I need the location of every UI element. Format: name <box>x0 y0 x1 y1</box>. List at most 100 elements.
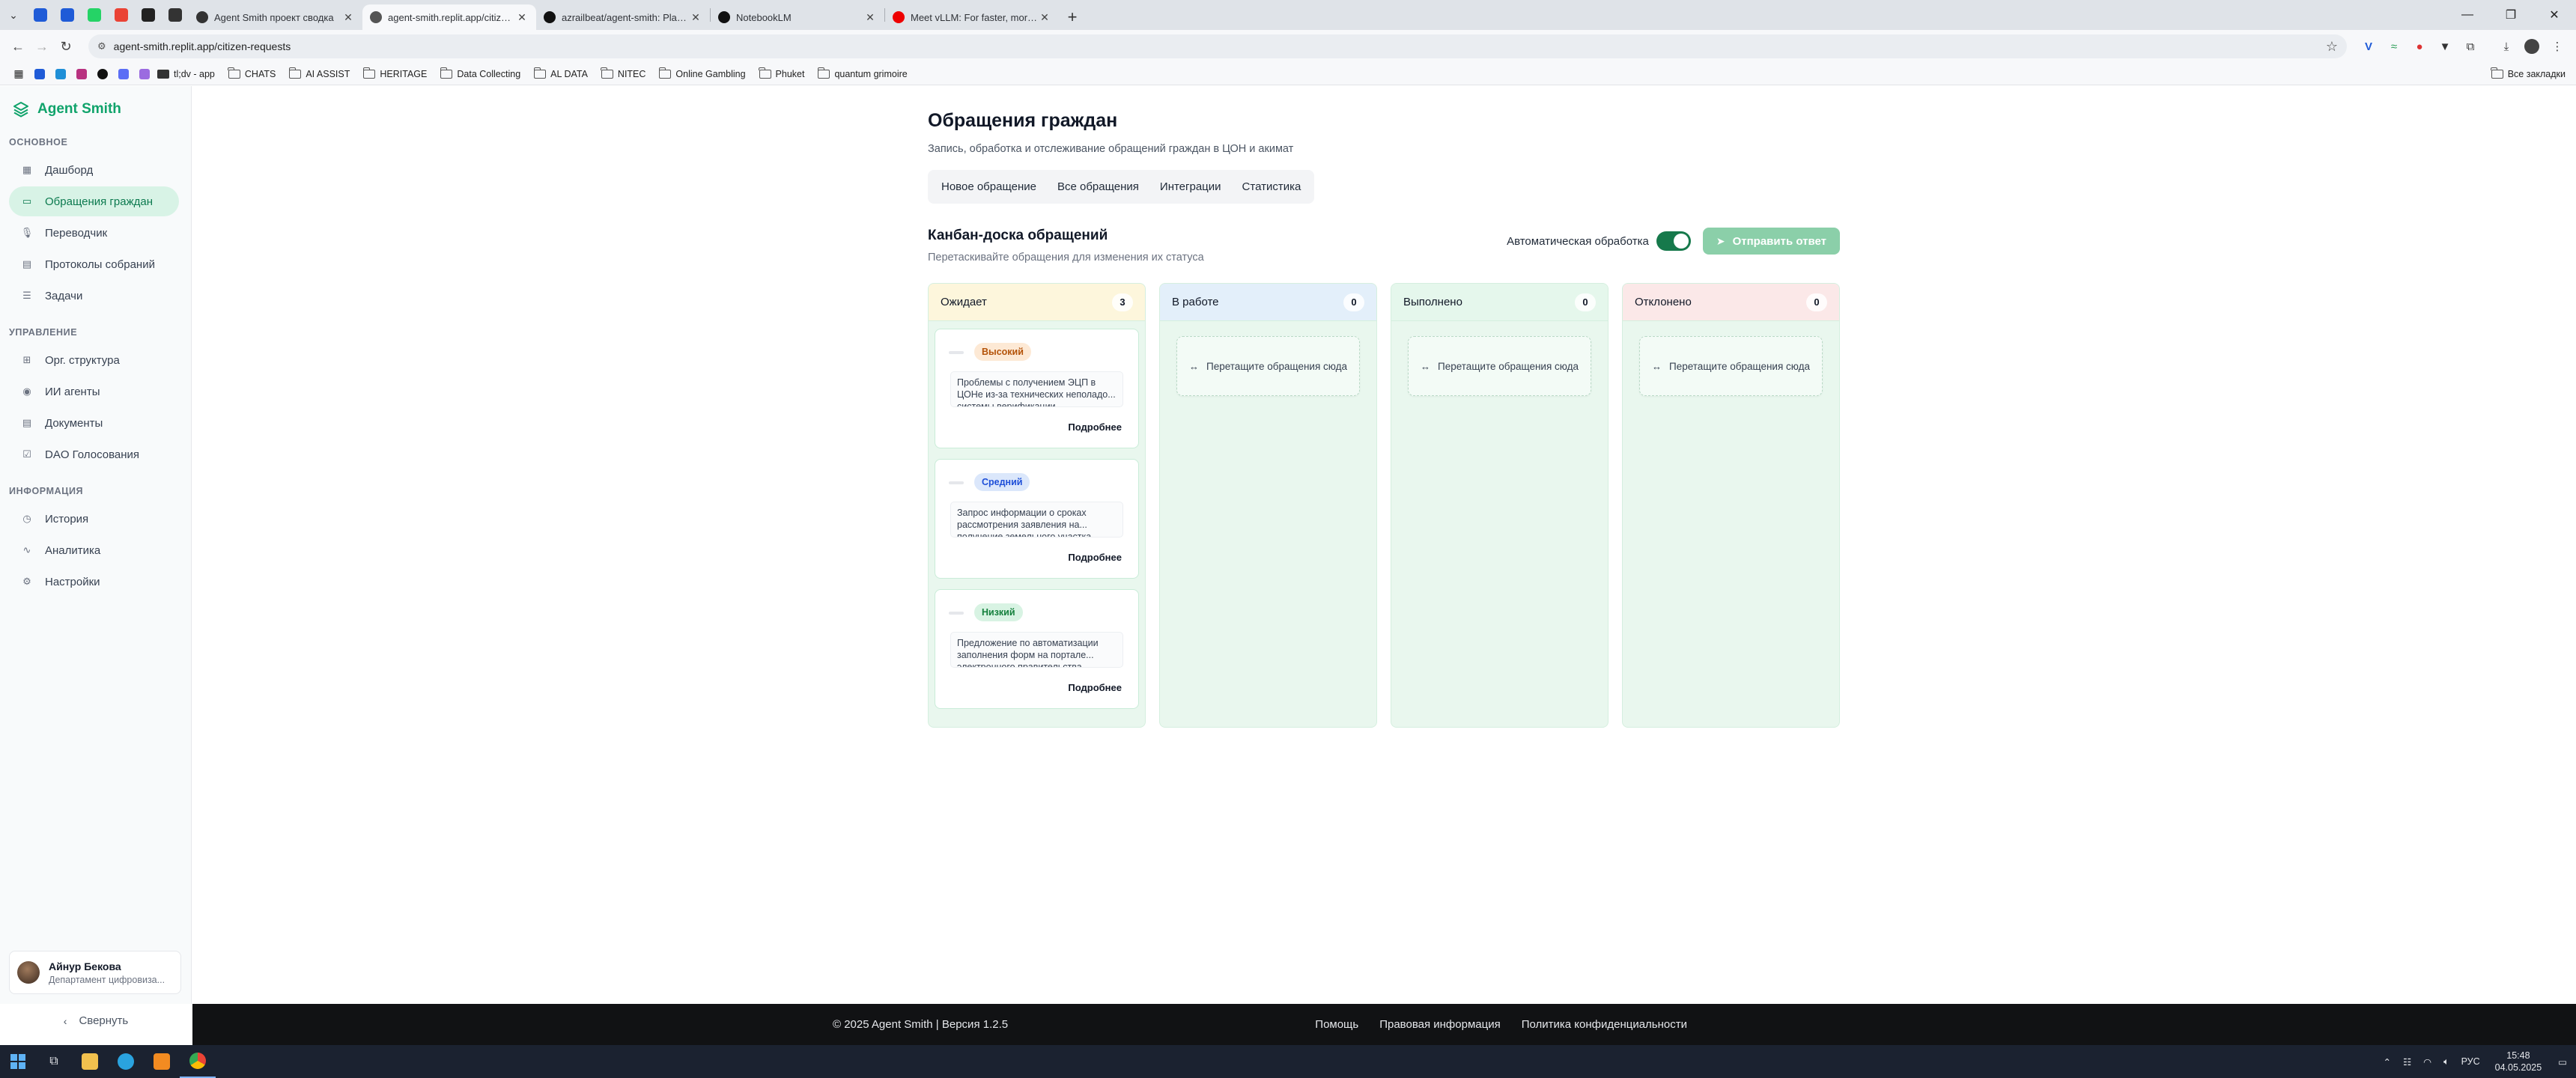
drop-zone[interactable]: ↔ Перетащите обращения сюда <box>1176 336 1360 396</box>
drag-handle-icon[interactable] <box>949 612 964 615</box>
sidebar-item[interactable]: 🎙︎ Переводчик <box>9 218 179 248</box>
bookmark-item[interactable]: Online Gambling <box>658 67 746 79</box>
close-tab-icon[interactable]: ✕ <box>689 11 702 24</box>
bookmark-item[interactable]: Data Collecting <box>440 67 520 79</box>
sidebar-item[interactable]: ◷ История <box>9 504 179 534</box>
tray-chevron-icon[interactable]: ⌃ <box>2383 1056 2390 1068</box>
details-button[interactable]: Подробнее <box>1068 682 1122 693</box>
sidebar-item[interactable]: ⊞ Орг. структура <box>9 345 179 375</box>
clock[interactable]: 15:48 04.05.2025 <box>2495 1050 2542 1074</box>
browser-menu-icon[interactable]: ⋮ <box>2545 34 2570 58</box>
bookmark-app-icon[interactable] <box>94 66 111 82</box>
reload-button[interactable]: ↻ <box>54 34 78 58</box>
tab-search-button[interactable]: ⌄ <box>0 0 27 30</box>
volume-icon[interactable]: 🔈︎ <box>2443 1056 2449 1068</box>
sidebar-item[interactable]: ☑ DAO Голосования <box>9 439 179 469</box>
send-reply-button[interactable]: ➤ Отправить ответ <box>1702 228 1840 255</box>
chrome-icon[interactable] <box>180 1045 216 1078</box>
pinned-tab[interactable] <box>162 0 189 30</box>
bookmark-item[interactable]: HERITAGE <box>362 67 427 79</box>
drop-zone[interactable]: ↔ Перетащите обращения сюда <box>1639 336 1823 396</box>
request-card[interactable]: Высокий Проблемы с получением ЭЦП в ЦОНе … <box>935 329 1139 448</box>
file-explorer-icon[interactable] <box>72 1045 108 1078</box>
extension-record-icon[interactable]: ● <box>2407 34 2432 58</box>
task-view-icon[interactable]: ⧉ <box>36 1045 72 1078</box>
bookmark-item[interactable]: AI ASSIST <box>288 67 350 79</box>
drop-zone[interactable]: ↔ Перетащите обращения сюда <box>1408 336 1591 396</box>
browser-tab[interactable]: Meet vLLM: For faster, more effi ✕ <box>885 4 1059 30</box>
pinned-tab[interactable] <box>81 0 108 30</box>
page-tab[interactable]: Статистика <box>1232 173 1312 201</box>
browser-tab[interactable]: Agent Smith проект сводка ✕ <box>189 4 362 30</box>
drag-handle-icon[interactable] <box>949 481 964 484</box>
address-input[interactable]: ⚙ agent-smith.replit.app/citizen-request… <box>88 34 2347 58</box>
telegram-icon[interactable] <box>108 1045 144 1078</box>
sidebar-item[interactable]: ▤ Документы <box>9 408 179 438</box>
sidebar-item[interactable]: ∿ Аналитика <box>9 535 179 565</box>
browser-tab[interactable]: azrailbeat/agent-smith: Platform ✕ <box>536 4 710 30</box>
bookmark-app-icon[interactable] <box>52 66 69 82</box>
pinned-tab[interactable] <box>27 0 54 30</box>
sidebar-item[interactable]: ◉ ИИ агенты <box>9 377 179 406</box>
page-tab[interactable]: Все обращения <box>1047 173 1149 201</box>
back-button[interactable]: ← <box>6 34 30 58</box>
sidebar-item[interactable]: ▦ Дашборд <box>9 155 179 185</box>
close-tab-icon[interactable]: ✕ <box>341 11 355 24</box>
extensions-puzzle-icon[interactable]: ⧉ <box>2458 34 2483 58</box>
extension-translate-icon[interactable]: ≈ <box>2381 34 2407 58</box>
sidebar-item[interactable]: ⚙ Настройки <box>9 567 179 597</box>
pinned-tab[interactable] <box>108 0 135 30</box>
browser-tab[interactable]: NotebookLM ✕ <box>711 4 884 30</box>
browser-tab[interactable]: agent-smith.replit.app/citizen-requests✕ <box>362 4 536 30</box>
apps-grid-icon[interactable]: ▦ <box>10 66 27 82</box>
page-tab[interactable]: Новое обращение <box>931 173 1047 201</box>
site-info-icon[interactable]: ⚙ <box>97 40 106 52</box>
brand[interactable]: Agent Smith <box>0 86 191 133</box>
bookmark-item[interactable]: NITEC <box>601 67 645 79</box>
sidebar-item[interactable]: ▤ Протоколы собраний <box>9 249 179 279</box>
request-card[interactable]: Средний Запрос информации о сроках рассмо… <box>935 459 1139 579</box>
footer-link[interactable]: Помощь <box>1315 1018 1358 1031</box>
bookmark-star-icon[interactable]: ☆ <box>2326 39 2338 55</box>
close-window-button[interactable]: ✕ <box>2533 0 2576 30</box>
sidebar-item[interactable]: ▭ Обращения граждан <box>9 186 179 216</box>
pinned-tab[interactable] <box>135 0 162 30</box>
downloads-icon[interactable]: ⤓ <box>2494 34 2519 58</box>
start-button[interactable] <box>0 1045 36 1078</box>
bookmark-item[interactable]: quantum grimoire <box>817 67 908 79</box>
bookmark-app-icon[interactable] <box>136 66 153 82</box>
extension-vivaldi-icon[interactable]: V <box>2356 34 2381 58</box>
collapse-sidebar-button[interactable]: ‹ Свернуть <box>0 1014 192 1027</box>
auto-processing-toggle[interactable] <box>1656 231 1691 251</box>
minimize-button[interactable]: — <box>2446 0 2489 30</box>
bookmark-item[interactable]: tl;dv - app <box>157 69 215 79</box>
bookmark-app-icon[interactable] <box>115 66 132 82</box>
wifi-icon[interactable]: ◠ <box>2423 1056 2431 1068</box>
page-tab[interactable]: Интеграции <box>1149 173 1232 201</box>
bookmark-app-icon[interactable] <box>31 66 48 82</box>
pinned-tab[interactable] <box>54 0 81 30</box>
profile-avatar-icon[interactable] <box>2519 34 2545 58</box>
restore-button[interactable]: ❐ <box>2489 0 2533 30</box>
new-tab-button[interactable]: + <box>1059 4 1086 30</box>
network-icon[interactable]: ☷ <box>2403 1056 2411 1068</box>
user-profile[interactable]: Айнур Бекова Департамент цифровиза... <box>9 951 181 994</box>
details-button[interactable]: Подробнее <box>1068 421 1122 433</box>
bookmark-item[interactable]: CHATS <box>228 67 276 79</box>
close-tab-icon[interactable]: ✕ <box>515 11 529 24</box>
forward-button[interactable]: → <box>30 34 54 58</box>
close-tab-icon[interactable]: ✕ <box>863 11 877 24</box>
language-indicator[interactable]: РУС <box>2461 1056 2480 1067</box>
all-bookmarks[interactable]: Все закладки <box>2491 67 2566 79</box>
notifications-icon[interactable]: ▭ <box>2558 1056 2567 1068</box>
drag-handle-icon[interactable] <box>949 351 964 354</box>
sublime-icon[interactable] <box>144 1045 180 1078</box>
extension-shield-icon[interactable]: ▼ <box>2432 34 2458 58</box>
close-tab-icon[interactable]: ✕ <box>1038 11 1051 24</box>
footer-link[interactable]: Правовая информация <box>1379 1018 1500 1031</box>
bookmark-app-icon[interactable] <box>73 66 90 82</box>
request-card[interactable]: Низкий Предложение по автоматизации запол… <box>935 589 1139 709</box>
footer-link[interactable]: Политика конфиденциальности <box>1522 1018 1687 1031</box>
details-button[interactable]: Подробнее <box>1068 552 1122 563</box>
sidebar-item[interactable]: ☰ Задачи <box>9 281 179 311</box>
